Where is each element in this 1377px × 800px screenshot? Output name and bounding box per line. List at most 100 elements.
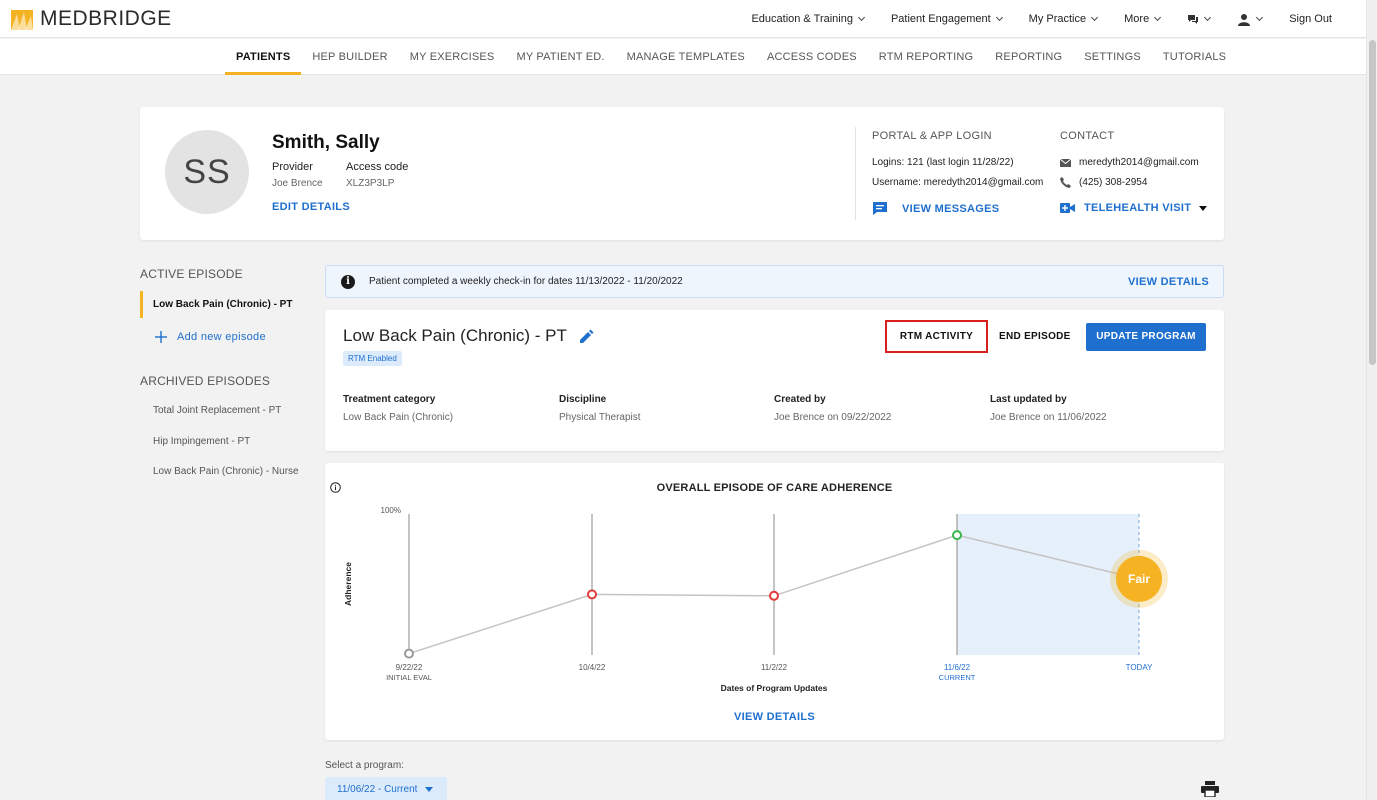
phone-icon [1060, 177, 1071, 188]
x-tick-sublabel: CURRENT [939, 673, 976, 682]
tab-patients[interactable]: PATIENTS [225, 39, 302, 75]
top-bar: MEDBRIDGE Education & Training Patient E… [0, 0, 1366, 38]
active-episode-title: ACTIVE EPISODE [140, 267, 243, 281]
section-tabs: PATIENTS HEP BUILDER MY EXERCISES MY PAT… [0, 39, 1366, 75]
provider-value: Joe Brence [272, 178, 323, 189]
nav-patient-engagement[interactable]: Patient Engagement [890, 13, 1003, 25]
access-code-label: Access code [346, 161, 409, 173]
scrollbar-thumb[interactable] [1369, 40, 1376, 365]
sidebar-item-archived[interactable]: Total Joint Replacement - PT [153, 405, 281, 416]
plus-icon [155, 331, 167, 343]
nav-label: Education & Training [751, 13, 853, 25]
medbridge-logo-icon [11, 10, 33, 30]
chevron-down-icon [1091, 13, 1099, 22]
contact-title: CONTACT [1060, 130, 1115, 142]
page-scrollbar[interactable] [1366, 0, 1377, 800]
email-text: meredyth2014@gmail.com [1079, 157, 1199, 168]
update-program-button[interactable]: UPDATE PROGRAM [1086, 323, 1206, 351]
patient-header-card: SS Smith, Sally Provider Joe Brence Acce… [140, 107, 1224, 240]
chevron-down-icon [1204, 13, 1212, 22]
nav-messages-menu[interactable] [1187, 13, 1212, 25]
add-episode-button[interactable]: Add new episode [155, 331, 266, 343]
medbridge-logo[interactable]: MEDBRIDGE [11, 7, 172, 31]
chevron-down-icon [995, 13, 1003, 22]
program-selected-value: 11/06/22 - Current [337, 784, 418, 795]
caret-down-icon [425, 786, 434, 792]
y-axis-label: Adherence [343, 562, 353, 606]
portal-login-title: PORTAL & APP LOGIN [872, 130, 992, 142]
edit-pencil-icon[interactable] [579, 329, 594, 344]
avatar: SS [165, 130, 249, 214]
treatment-category-value: Low Back Pain (Chronic) [343, 412, 454, 423]
view-messages-link[interactable]: VIEW MESSAGES [872, 201, 999, 216]
top-navigation: Education & Training Patient Engagement … [724, 0, 1332, 38]
provider-label: Provider [272, 161, 313, 173]
discipline-value: Physical Therapist [559, 412, 641, 423]
chevron-down-icon [1154, 13, 1162, 22]
access-code-value: XLZ3P3LP [346, 178, 395, 189]
add-episode-label: Add new episode [177, 331, 266, 343]
user-icon [1238, 13, 1251, 26]
sign-out-link[interactable]: Sign Out [1289, 13, 1332, 25]
message-icon [873, 202, 887, 215]
info-icon: i [341, 275, 355, 289]
nav-label: Patient Engagement [890, 13, 991, 25]
sidebar-item-archived[interactable]: Low Back Pain (Chronic) - Nurse [153, 466, 299, 477]
mail-icon [1060, 158, 1071, 167]
data-point [952, 530, 962, 541]
print-icon[interactable] [1201, 781, 1219, 797]
telehealth-label: TELEHEALTH VISIT [1084, 202, 1192, 214]
view-messages-label: VIEW MESSAGES [902, 202, 1000, 215]
last-updated-label: Last updated by [990, 394, 1067, 405]
banner-view-details-link[interactable]: VIEW DETAILS [1128, 276, 1209, 288]
program-select[interactable]: 11/06/22 - Current [325, 777, 447, 800]
program-select-label: Select a program: [325, 760, 404, 771]
telehealth-visit-button[interactable]: TELEHEALTH VISIT [1060, 202, 1208, 214]
episode-card: Low Back Pain (Chronic) - PT RTM Enabled… [325, 310, 1224, 451]
nav-more[interactable]: More [1124, 13, 1162, 25]
x-tick-label: 9/22/22 [396, 663, 423, 672]
nav-label: My Practice [1028, 13, 1087, 25]
status-label: Fair [1128, 572, 1150, 586]
discipline-label: Discipline [559, 394, 607, 405]
y-tick-label: 100% [381, 506, 401, 515]
username-text: Username: meredyth2014@gmail.com [872, 177, 1044, 188]
sidebar-item-active-episode[interactable]: Low Back Pain (Chronic) - PT [140, 291, 306, 318]
nav-education-training[interactable]: Education & Training [751, 13, 866, 25]
caret-down-icon [1199, 205, 1208, 211]
x-axis-label: Dates of Program Updates [721, 683, 828, 693]
episode-title: Low Back Pain (Chronic) - PT [343, 326, 567, 345]
chart-view-details-link[interactable]: VIEW DETAILS [734, 711, 815, 723]
tab-settings[interactable]: SETTINGS [1073, 39, 1152, 75]
phone-text: (425) 308-2954 [1079, 177, 1148, 188]
tab-rtm-reporting[interactable]: RTM REPORTING [868, 39, 984, 75]
tab-my-patient-ed[interactable]: MY PATIENT ED. [505, 39, 615, 75]
rtm-activity-button[interactable]: RTM ACTIVITY [885, 320, 988, 353]
rtm-enabled-badge: RTM Enabled [343, 351, 402, 366]
data-point [769, 590, 779, 601]
treatment-category-label: Treatment category [343, 394, 436, 405]
data-point [404, 648, 414, 659]
adherence-chart-card: OVERALL EPISODE OF CARE ADHERENCE 100% A… [325, 463, 1224, 740]
tab-access-codes[interactable]: ACCESS CODES [756, 39, 868, 75]
sidebar-item-archived[interactable]: Hip Impingement - PT [153, 436, 250, 447]
tab-my-exercises[interactable]: MY EXERCISES [399, 39, 506, 75]
last-updated-value: Joe Brence on 11/06/2022 [990, 412, 1107, 423]
nav-user-menu[interactable] [1237, 13, 1264, 26]
tab-hep-builder[interactable]: HEP BUILDER [301, 39, 398, 75]
x-tick-label: TODAY [1126, 663, 1153, 672]
chat-icon [1188, 14, 1199, 24]
tab-reporting[interactable]: REPORTING [984, 39, 1073, 75]
contact-phone: (425) 308-2954 [1060, 177, 1147, 188]
divider [855, 127, 856, 220]
tab-manage-templates[interactable]: MANAGE TEMPLATES [616, 39, 756, 75]
end-episode-button[interactable]: END EPISODE [999, 320, 1071, 353]
created-by-label: Created by [774, 394, 826, 405]
tab-tutorials[interactable]: TUTORIALS [1152, 39, 1237, 75]
edit-details-link[interactable]: EDIT DETAILS [272, 201, 350, 213]
nav-my-practice[interactable]: My Practice [1028, 13, 1099, 25]
adherence-line-chart: 100% Adherence Fair 9/22/22INITIAL EVAL 1… [343, 506, 1168, 693]
archived-episodes-title: ARCHIVED EPISODES [140, 374, 271, 388]
brand-name: MEDBRIDGE [40, 7, 172, 30]
x-tick-sublabel: INITIAL EVAL [386, 673, 432, 682]
